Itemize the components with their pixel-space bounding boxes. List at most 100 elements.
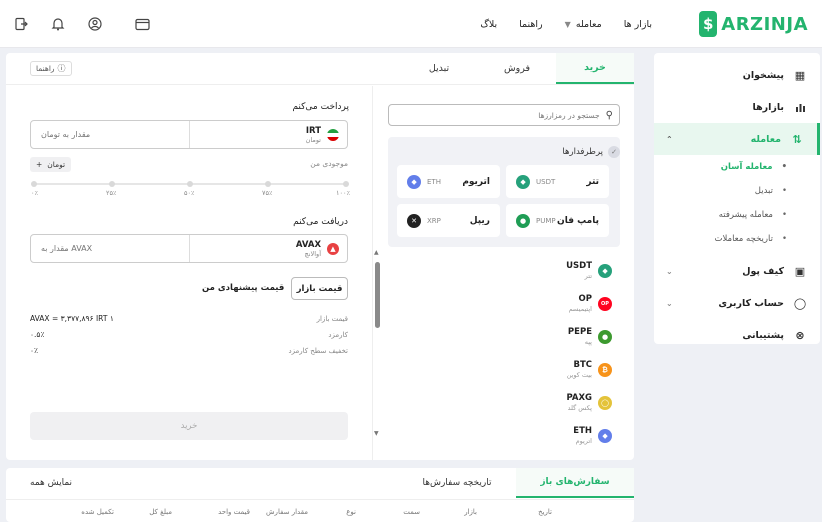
popular-coin-card[interactable]: اتریوم ETH ◆ (397, 165, 500, 198)
sidebar-sub-easy-trade[interactable]: معامله آسان (654, 155, 820, 179)
pay-currency-name: تومان (305, 135, 321, 144)
logout-icon[interactable] (12, 15, 30, 33)
scroll-up-arrow[interactable]: ▲ (374, 249, 379, 256)
brand-logo[interactable]: $ ARZINJA (699, 10, 808, 38)
iran-flag-icon (327, 128, 339, 141)
receive-currency-select[interactable]: AVAX آوالانچ ▲ (190, 235, 348, 262)
coin-name: بیت کوین (566, 371, 592, 379)
nav-blog[interactable]: بلاگ (480, 19, 497, 30)
sidebar-item-account[interactable]: ◯ حساب کاربری ⌄ (654, 287, 820, 319)
slider-dot[interactable] (343, 181, 349, 187)
exchange-icon: ⇅ (792, 132, 802, 146)
sidebar-item-trade[interactable]: ⇅ معامله ⌃ (654, 123, 820, 155)
bell-icon[interactable] (49, 15, 67, 33)
check-circle-icon: ✓ (608, 146, 620, 158)
popular-coin-code: XRP (427, 216, 441, 225)
popular-coin-card[interactable]: ریپل XRP ✕ (397, 204, 500, 237)
show-all-link[interactable]: نمایش همه (30, 478, 72, 488)
column-header: نوع (346, 508, 356, 516)
paxg-icon: ◯ (598, 395, 612, 410)
logo-text: ARZINJA (721, 13, 808, 35)
market-price-button[interactable]: قیمت بازار (291, 277, 348, 300)
search-input[interactable] (395, 110, 600, 120)
sidebar: ▦ پیشخوان بازارها ⇅ معامله ⌃ معامله آسان ت… (654, 53, 820, 344)
market-price-label: قیمت بازار (316, 315, 348, 323)
tab-buy[interactable]: خرید (556, 53, 634, 84)
help-button[interactable]: ⓘ راهنما (30, 61, 72, 76)
user-icon[interactable] (86, 15, 104, 33)
market-price-value: ۱ AVAX = ۳,۳۷۷,۸۹۶ IRT (30, 314, 114, 323)
fee-discount-value: ۰٪ (30, 346, 39, 355)
scroll-down-arrow[interactable]: ▼ (374, 430, 379, 437)
sidebar-item-wallet[interactable]: ▣ کیف پول ⌄ (654, 255, 820, 287)
popular-coin-code: ETH (427, 177, 441, 186)
coin-code: USDT (566, 261, 592, 271)
divider (372, 86, 373, 460)
fee-value: ۰.۵٪ (30, 330, 45, 339)
avax-icon: ▲ (327, 242, 339, 255)
list-item[interactable]: ◯ PAXG پکس گلد (388, 386, 612, 419)
coin-code: OP (578, 294, 592, 304)
usdt-icon: ◆ (598, 263, 612, 278)
sidebar-sub-advanced[interactable]: معامله پیشرفته (654, 203, 820, 227)
sidebar-sub-history[interactable]: تاریخچه معاملات (654, 227, 820, 251)
sidebar-item-support[interactable]: ⊗ پشتیبانی (654, 319, 820, 351)
scrollbar-thumb[interactable] (375, 262, 380, 328)
nav-guide[interactable]: راهنما (519, 19, 543, 30)
chevron-down-icon: ⌄ (666, 298, 673, 308)
list-item[interactable]: OP OP اپتیمیسم (388, 287, 612, 320)
slider-tick: ۷۵٪ (262, 189, 273, 197)
pay-amount-input[interactable] (31, 121, 189, 148)
wallet-icon: ▣ (794, 264, 806, 278)
xrp-icon: ✕ (407, 213, 421, 228)
bar-chart-icon (794, 101, 806, 113)
plus-icon: + (36, 160, 43, 169)
support-icon: ⊗ (795, 328, 805, 342)
tab-sell[interactable]: فروش (478, 53, 556, 84)
sidebar-item-label: بازارها (752, 101, 784, 113)
grid-icon: ▦ (794, 68, 806, 82)
coin-name: تتر (584, 272, 592, 280)
search-box: ⚲ (388, 104, 620, 126)
top-icons (12, 15, 170, 33)
sidebar-item-markets[interactable]: بازارها (654, 91, 820, 123)
list-item[interactable]: ₿ BTC بیت کوین (388, 353, 612, 386)
slider-dot[interactable] (109, 181, 115, 187)
popular-coin-code: PUMP (536, 216, 556, 225)
pay-currency-select[interactable]: IRT تومان (190, 121, 348, 148)
nav-trade[interactable]: معامله ▼ (565, 19, 602, 30)
balance-button[interactable]: + تومان (30, 157, 72, 172)
slider-dot[interactable] (265, 181, 271, 187)
slider-tick: ۲۵٪ (106, 189, 117, 197)
popular-coin-name: پامپ فان (557, 215, 599, 226)
help-label: راهنما (36, 64, 55, 73)
usdt-icon: ◆ (516, 174, 530, 189)
popular-coin-card[interactable]: تتر USDT ◆ (506, 165, 609, 198)
column-header: سمت (403, 508, 420, 516)
tab-convert[interactable]: تبدیل (400, 53, 478, 84)
pay-title: پرداخت می‌کنم (292, 102, 349, 112)
amount-slider[interactable] (31, 181, 349, 187)
sidebar-item-label: پیشخوان (742, 69, 784, 81)
list-item[interactable]: ● PEPE پپه (388, 320, 612, 353)
popular-coin-card[interactable]: پامپ فان PUMP ● (506, 204, 609, 237)
wallet-icon[interactable] (133, 15, 151, 33)
tab-order-history[interactable]: تاریخچه سفارش‌ها (398, 468, 516, 498)
sidebar-item-dashboard[interactable]: ▦ پیشخوان (654, 59, 820, 91)
nav-markets[interactable]: بازار ها (624, 19, 652, 30)
coin-code: ETH (573, 426, 592, 436)
tab-open-orders[interactable]: سفارش‌های باز (516, 468, 634, 498)
slider-dot[interactable] (187, 181, 193, 187)
list-item[interactable]: ◆ USDT تتر (388, 254, 612, 287)
btc-icon: ₿ (598, 362, 612, 377)
list-item[interactable]: ◆ ETH اتریوم (388, 419, 612, 452)
sidebar-sub-convert[interactable]: تبدیل (654, 179, 820, 203)
buy-submit-button[interactable]: خرید (30, 412, 348, 440)
pay-input-group: IRT تومان (30, 120, 348, 149)
slider-dot[interactable] (31, 181, 37, 187)
receive-amount-input[interactable] (31, 235, 189, 262)
my-offer-price-option[interactable]: قیمت پیشنهادی من (202, 283, 284, 293)
popular-coin-name: اتریوم (462, 176, 490, 187)
receive-input-group: AVAX آوالانچ ▲ (30, 234, 348, 263)
slider-tick: ۱۰۰٪ (336, 189, 350, 197)
